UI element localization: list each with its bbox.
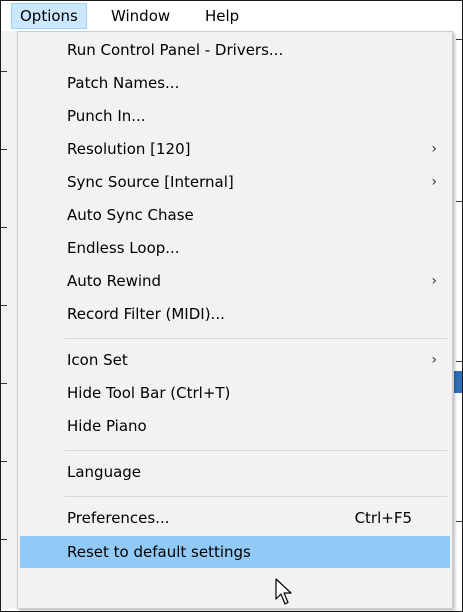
menu-item-hide-tool-bar[interactable]: Hide Tool Bar (Ctrl+T) [20,377,450,409]
menu-separator [65,338,447,339]
mouse-pointer-icon [275,578,292,605]
chevron-right-icon: › [431,141,437,157]
menu-item-label: Resolution [120] [67,140,191,158]
menu-options[interactable]: Options [11,3,87,29]
background-window-left-edge [1,31,17,609]
menu-item-label: Patch Names... [67,74,180,92]
menu-item-label: Hide Tool Bar (Ctrl+T) [67,384,231,402]
options-dropdown-menu: Run Control Panel - Drivers... Patch Nam… [17,31,453,609]
menu-help[interactable]: Help [197,3,247,29]
menu-item-endless-loop[interactable]: Endless Loop... [20,232,450,264]
menu-separator [65,496,447,497]
menu-bar: Options Window Help [1,1,462,31]
menu-item-label: Icon Set [67,351,128,369]
app-window: Options Window Help Run Control Panel - … [0,0,463,612]
menu-item-preferences[interactable]: Preferences... Ctrl+F5 [20,502,450,534]
menu-item-label: Auto Sync Chase [67,206,194,224]
menu-item-label: Sync Source [Internal] [67,173,234,191]
menu-item-label: Preferences... [67,509,170,527]
menu-item-label: Run Control Panel - Drivers... [67,41,284,59]
background-window-right-edge [454,31,462,609]
menu-item-label: Hide Piano [67,417,147,435]
menu-item-label: Endless Loop... [67,239,180,257]
menu-item-label: Record Filter (MIDI)... [67,305,225,323]
menu-item-label: Language [67,463,142,481]
menu-item-reset-to-default-settings[interactable]: Reset to default settings [20,536,450,568]
menu-item-icon-set[interactable]: Icon Set › [20,344,450,376]
menu-item-label: Reset to default settings [67,543,251,561]
menu-item-patch-names[interactable]: Patch Names... [20,67,450,99]
menu-item-shortcut: Ctrl+F5 [354,509,412,527]
menu-window[interactable]: Window [103,3,178,29]
menu-item-resolution[interactable]: Resolution [120] › [20,133,450,165]
menu-item-auto-rewind[interactable]: Auto Rewind › [20,265,450,297]
menu-item-punch-in[interactable]: Punch In... [20,100,450,132]
menu-item-hide-piano[interactable]: Hide Piano [20,410,450,442]
menu-item-run-control-panel-drivers[interactable]: Run Control Panel - Drivers... [20,34,450,66]
chevron-right-icon: › [431,174,437,190]
menu-item-label: Auto Rewind [67,272,162,290]
menu-separator [65,450,447,451]
menu-item-record-filter-midi[interactable]: Record Filter (MIDI)... [20,298,450,330]
menu-item-label: Punch In... [67,107,146,125]
menu-item-language[interactable]: Language [20,456,450,488]
chevron-right-icon: › [431,352,437,368]
menu-item-auto-sync-chase[interactable]: Auto Sync Chase [20,199,450,231]
chevron-right-icon: › [431,273,437,289]
menu-item-sync-source[interactable]: Sync Source [Internal] › [20,166,450,198]
